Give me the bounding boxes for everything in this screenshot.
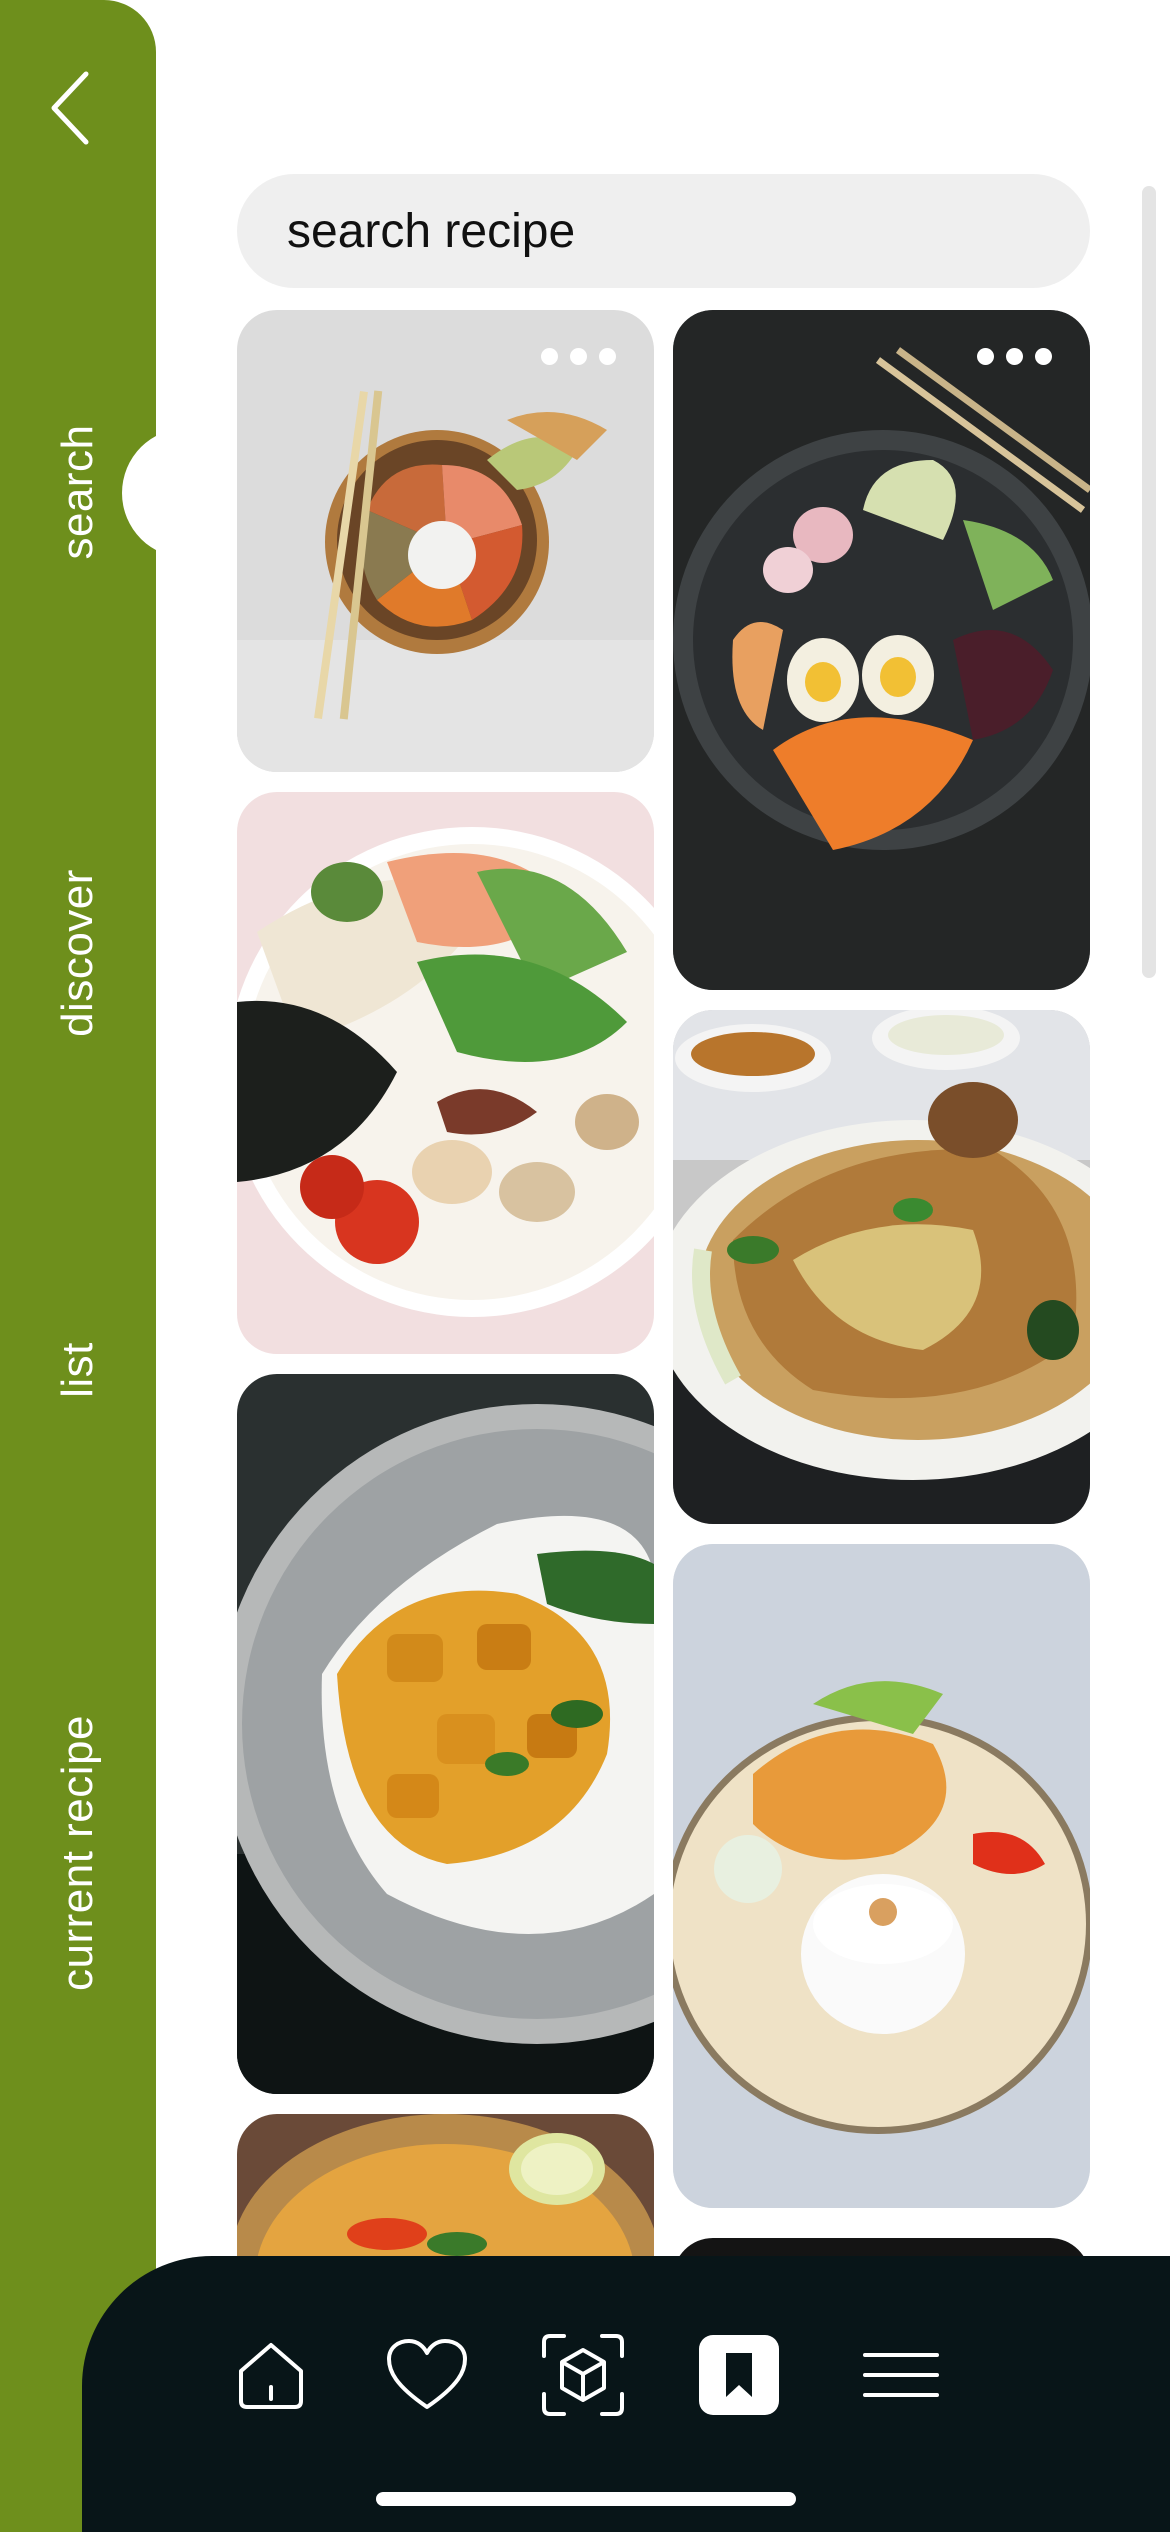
tab-current-recipe[interactable]: current recipe: [53, 1715, 103, 1991]
nav-bookmark-button[interactable]: [694, 2330, 784, 2420]
nav-box-button[interactable]: [538, 2330, 628, 2420]
tab-list[interactable]: list: [53, 1342, 103, 1398]
recipe-image: [673, 2238, 1090, 2256]
feed-scrollbar[interactable]: [1142, 186, 1156, 978]
tab-discover[interactable]: discover: [53, 869, 103, 1037]
chevron-left-icon: [51, 71, 89, 145]
recipe-card[interactable]: [237, 310, 654, 772]
home-indicator: [376, 2492, 796, 2506]
nav-menu-button[interactable]: [856, 2330, 946, 2420]
recipe-image: [237, 310, 654, 772]
recipe-image: [237, 1374, 654, 2094]
bookmark-icon: [699, 2335, 779, 2415]
recipe-image: [237, 792, 654, 1354]
recipe-card[interactable]: [673, 1010, 1090, 1524]
box-icon: [542, 2334, 624, 2416]
recipe-card[interactable]: [673, 310, 1090, 990]
nav-favorites-button[interactable]: [382, 2330, 472, 2420]
recipe-image: [237, 2114, 654, 2256]
recipe-feed[interactable]: [237, 310, 1090, 2256]
more-options-button[interactable]: [977, 348, 1052, 365]
more-options-button[interactable]: [541, 348, 616, 365]
recipe-card[interactable]: [237, 2114, 654, 2256]
recipe-image: [673, 1010, 1090, 1524]
recipe-card[interactable]: [673, 2238, 1090, 2256]
recipe-image: [673, 310, 1090, 990]
recipe-image: [673, 1544, 1090, 2208]
menu-icon: [863, 2353, 939, 2397]
heart-icon: [387, 2339, 467, 2409]
back-button[interactable]: [30, 58, 110, 158]
nav-home-button[interactable]: [226, 2330, 316, 2420]
recipe-card[interactable]: [673, 1544, 1090, 2208]
tab-search[interactable]: search: [53, 424, 103, 559]
search-input[interactable]: [285, 202, 1090, 260]
recipe-card[interactable]: [237, 792, 654, 1354]
sidebar: search discover list current recipe: [0, 0, 156, 2532]
home-icon: [239, 2343, 303, 2409]
recipe-card[interactable]: [237, 1374, 654, 2094]
search-bar[interactable]: [237, 174, 1090, 288]
